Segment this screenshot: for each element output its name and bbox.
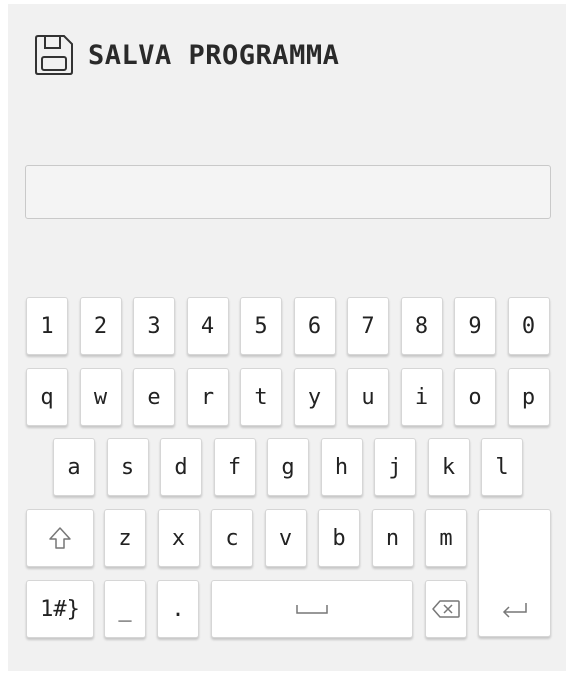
key-label: y	[307, 384, 322, 410]
key-label: g	[281, 454, 295, 480]
key-j[interactable]: j	[374, 438, 416, 496]
backspace-icon	[431, 599, 461, 619]
key-label: p	[521, 384, 536, 410]
key-a[interactable]: a	[53, 438, 95, 496]
key-label: r	[200, 384, 215, 410]
key-label: i	[414, 384, 429, 410]
shift-arrow-icon	[47, 525, 73, 551]
key-label: x	[171, 525, 186, 551]
key-z[interactable]: z	[104, 509, 146, 567]
key-label: w	[93, 384, 108, 410]
page-title: SALVA PROGRAMMA	[88, 39, 340, 71]
key-l[interactable]: l	[481, 438, 523, 496]
enter-return-icon	[500, 600, 530, 620]
key-g[interactable]: g	[267, 438, 309, 496]
save-program-screen: SALVA PROGRAMMA 1 2 3 4 5 6 7 8 9 0 q w e r t y u i o p a s d f…	[8, 4, 566, 671]
key-label: 4	[200, 313, 215, 339]
key-c[interactable]: c	[211, 509, 253, 567]
space-bar-icon	[295, 603, 329, 615]
key-k[interactable]: k	[427, 438, 470, 496]
key-v[interactable]: v	[264, 509, 307, 567]
key-label: 9	[468, 313, 482, 339]
key-4[interactable]: 4	[186, 297, 229, 355]
key-1[interactable]: 1	[26, 297, 68, 355]
key-f[interactable]: f	[213, 438, 256, 496]
key-x[interactable]: x	[157, 509, 200, 567]
key-t[interactable]: t	[240, 368, 282, 426]
backspace-key[interactable]	[425, 580, 467, 638]
key-label: u	[361, 384, 375, 410]
key-label: a	[67, 454, 81, 480]
key-label: 8	[414, 313, 429, 339]
key-label: 0	[521, 313, 536, 339]
key-8[interactable]: 8	[400, 297, 443, 355]
key-label: d	[174, 454, 188, 480]
key-label: 5	[254, 313, 268, 339]
key-y[interactable]: y	[293, 368, 336, 426]
key-label: h	[334, 454, 349, 480]
key-u[interactable]: u	[347, 368, 389, 426]
key-3[interactable]: 3	[133, 297, 175, 355]
key-label: b	[332, 525, 346, 551]
key-0[interactable]: 0	[507, 297, 550, 355]
key-label: _	[118, 596, 132, 622]
key-label: .	[171, 596, 185, 622]
space-key[interactable]	[211, 580, 413, 638]
key-label: n	[385, 525, 400, 551]
key-label: j	[388, 454, 402, 480]
key-label: z	[118, 525, 132, 551]
underscore-key[interactable]: _	[104, 580, 146, 638]
key-label: 3	[147, 313, 161, 339]
key-m[interactable]: m	[425, 509, 467, 567]
key-7[interactable]: 7	[347, 297, 389, 355]
key-w[interactable]: w	[79, 368, 122, 426]
key-i[interactable]: i	[400, 368, 443, 426]
key-p[interactable]: p	[507, 368, 550, 426]
key-label: 1#}	[40, 596, 80, 622]
key-h[interactable]: h	[320, 438, 363, 496]
header: SALVA PROGRAMMA	[34, 32, 339, 78]
floppy-disk-icon	[34, 34, 74, 76]
key-e[interactable]: e	[133, 368, 175, 426]
key-2[interactable]: 2	[79, 297, 122, 355]
key-d[interactable]: d	[160, 438, 202, 496]
key-9[interactable]: 9	[454, 297, 496, 355]
key-n[interactable]: n	[371, 509, 414, 567]
key-5[interactable]: 5	[240, 297, 282, 355]
key-q[interactable]: q	[26, 368, 68, 426]
key-r[interactable]: r	[186, 368, 229, 426]
key-label: f	[227, 454, 242, 480]
key-label: v	[278, 525, 293, 551]
symbols-key[interactable]: 1#}	[26, 580, 94, 638]
key-s[interactable]: s	[106, 438, 149, 496]
key-label: q	[40, 384, 54, 410]
key-o[interactable]: o	[454, 368, 496, 426]
key-label: 1	[40, 313, 54, 339]
key-label: s	[120, 454, 135, 480]
key-b[interactable]: b	[318, 509, 360, 567]
enter-key[interactable]	[478, 509, 551, 637]
program-name-input[interactable]	[25, 165, 551, 219]
key-label: 7	[361, 313, 375, 339]
key-label: l	[495, 454, 509, 480]
key-label: o	[468, 384, 482, 410]
key-6[interactable]: 6	[293, 297, 336, 355]
key-label: 2	[93, 313, 108, 339]
dot-key[interactable]: .	[157, 580, 199, 638]
key-label: t	[254, 384, 268, 410]
key-label: 6	[307, 313, 322, 339]
key-label: m	[439, 525, 453, 551]
shift-key[interactable]	[26, 509, 94, 567]
key-label: e	[147, 384, 161, 410]
key-label: c	[225, 525, 239, 551]
key-label: k	[441, 454, 456, 480]
